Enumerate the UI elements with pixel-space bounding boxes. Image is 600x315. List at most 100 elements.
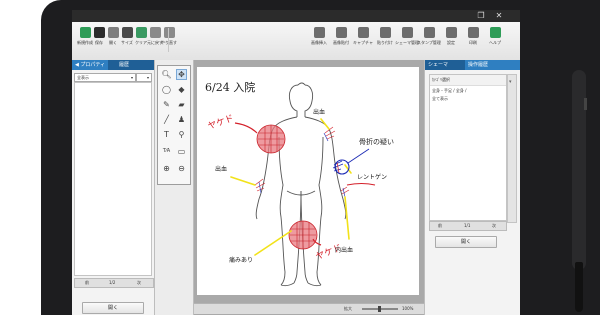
stamp-tool-icon[interactable]: ♟ bbox=[176, 114, 187, 125]
zoom-in-icon[interactable]: ⊕ bbox=[161, 163, 172, 174]
paste-icon bbox=[379, 27, 391, 38]
filter-select[interactable]: 全表示 ▾ bbox=[74, 73, 136, 82]
paste-image-icon bbox=[335, 27, 347, 38]
zoom-level: 100% bbox=[402, 306, 414, 311]
xray-label: レントゲン bbox=[357, 174, 388, 181]
settings-icon bbox=[445, 27, 457, 38]
category-item[interactable]: 全身・手足 / 全身 / bbox=[430, 86, 506, 96]
help-icon bbox=[489, 27, 501, 38]
redo-button[interactable]: やり直す bbox=[160, 25, 178, 55]
stamp-manage-button[interactable]: スタンプ管理 bbox=[417, 25, 441, 55]
body-torso-right bbox=[304, 116, 347, 220]
close-icon[interactable]: ✕ bbox=[492, 10, 506, 22]
fracture-label: 骨折の疑い bbox=[359, 138, 394, 146]
text-size-icon[interactable]: T⁄A bbox=[161, 146, 172, 157]
paste-image-button[interactable]: 画像貼付 bbox=[332, 25, 350, 55]
canvas-status-bar: 拡大 100% bbox=[194, 303, 424, 314]
drawing-paper[interactable]: 6/24 入院 ヤケド ヤケド 出血 出血 骨折の疑い レントゲン 内出血 痛み… bbox=[197, 67, 419, 295]
redo-icon bbox=[163, 27, 175, 38]
pager-first-button[interactable]: 前 bbox=[85, 279, 89, 287]
insert-image-button[interactable]: 画像挿入 bbox=[310, 25, 328, 55]
chevron-down-icon: ▾ bbox=[146, 75, 149, 80]
capture-icon bbox=[357, 27, 369, 38]
left-pager: 前 1/2 次 bbox=[74, 278, 154, 288]
fill-tool-icon[interactable]: ◆ bbox=[176, 84, 187, 95]
left-open-button[interactable]: 開く bbox=[82, 302, 144, 314]
toolbar-button-label: 画像挿入 bbox=[311, 40, 327, 45]
toolbar-button-label: 貼り付け bbox=[377, 40, 393, 45]
toolbar-button-label: 印刷 bbox=[469, 40, 477, 45]
pen-tool-icon[interactable]: ✎ bbox=[161, 99, 172, 110]
category-scrollbar[interactable]: ▾ bbox=[507, 74, 517, 223]
new-document-icon bbox=[79, 27, 91, 38]
pager-next-button[interactable]: 次 bbox=[492, 222, 496, 230]
right-pager: 前 1/1 次 bbox=[429, 221, 507, 231]
right-panel-tabs: シェーマ 操作履歴 bbox=[425, 60, 520, 70]
burn-mark-shoulder bbox=[256, 124, 286, 154]
toolbar-button-label: シェーマ管理 bbox=[395, 40, 419, 45]
chevron-down-icon: ▾ bbox=[509, 79, 512, 85]
select-tool-icon[interactable]: ✥ bbox=[176, 69, 187, 80]
capture-button[interactable]: キャプチャ bbox=[353, 25, 373, 55]
pager-page-indicator: 1/2 bbox=[109, 280, 116, 285]
right-panel: シェーマ 操作履歴 ｶﾃｺﾞﾘ選択 全身・手足 / 全身 / 全て表示 ▾ 前 … bbox=[424, 60, 520, 315]
toolbar-button-label: やり直す bbox=[161, 40, 177, 45]
bleeding-arm-label: 出血 bbox=[215, 166, 228, 173]
pager-page-indicator: 1/1 bbox=[464, 223, 471, 228]
bleeding-shoulder-label: 出血 bbox=[313, 109, 326, 116]
pager-next-button[interactable]: 次 bbox=[137, 279, 141, 287]
zoom-label: 拡大 bbox=[344, 306, 352, 311]
eraser-tool-icon[interactable]: ▰ bbox=[176, 99, 187, 110]
line-tool-icon[interactable]: ╱ bbox=[161, 114, 172, 125]
paste-button[interactable]: 貼り付け bbox=[376, 25, 394, 55]
history-list[interactable] bbox=[74, 82, 152, 276]
zoom-out-icon[interactable]: ⊖ bbox=[176, 163, 187, 174]
toolbar-button-label: 設定 bbox=[447, 40, 455, 45]
stylus-button bbox=[584, 98, 587, 110]
burn-mark-thigh bbox=[288, 220, 318, 250]
tab-properties[interactable]: ◀ プロパティ bbox=[72, 60, 109, 70]
body-head bbox=[288, 84, 299, 117]
category-item[interactable]: 全て表示 bbox=[430, 96, 506, 102]
save-icon bbox=[93, 27, 105, 38]
canvas-area: 6/24 入院 ヤケド ヤケド 出血 出血 骨折の疑い レントゲン 内出血 痛み… bbox=[194, 60, 424, 315]
date-title: 6/24 入院 bbox=[205, 81, 256, 94]
filter-select-small[interactable]: ▾ bbox=[136, 73, 152, 82]
schema-category-list[interactable]: ｶﾃｺﾞﾘ選択 全身・手足 / 全身 / 全て表示 bbox=[429, 74, 507, 221]
chevron-down-icon: ▾ bbox=[130, 75, 133, 80]
open-icon bbox=[107, 27, 119, 38]
left-panel: ◀ プロパティ 履歴 全表示 ▾ ▾ 前 1/2 次 開く bbox=[72, 60, 155, 315]
stylus-tip bbox=[575, 262, 583, 312]
settings-button[interactable]: 設定 bbox=[442, 25, 460, 55]
stamp-manage-icon bbox=[423, 27, 435, 38]
title-bar: ❐ ✕ bbox=[72, 10, 520, 22]
xray-underline bbox=[346, 183, 376, 186]
shape-tool-icon[interactable]: ▭ bbox=[176, 146, 187, 157]
print-button[interactable]: 印刷 bbox=[464, 25, 482, 55]
toolbar-button-label: スタンプ管理 bbox=[417, 40, 441, 45]
zoom-tool-icon[interactable]: 🔍︎ bbox=[161, 69, 172, 80]
print-icon bbox=[467, 27, 479, 38]
help-button[interactable]: ヘルプ bbox=[486, 25, 504, 55]
app-screen: ❐ ✕ 新規作成 保存 開く サイズ クリア 元に戻す やり直す 画像挿入 画像貼付 キャプチャ… bbox=[72, 10, 520, 315]
drawing-tools: 🔍︎ ✥ ◯ ◆ ✎ ▰ ╱ ♟ T ⚲ T⁄A ▭ ⊕ ⊖ bbox=[155, 60, 194, 315]
zoom-slider-handle[interactable] bbox=[378, 306, 381, 312]
pin-tool-icon[interactable]: ⚲ bbox=[176, 129, 187, 140]
toolbar-button-label: 画像貼付 bbox=[333, 40, 349, 45]
tab-schema[interactable]: シェーマ bbox=[425, 60, 451, 70]
undo-icon bbox=[149, 27, 161, 38]
toolbar-separator bbox=[168, 28, 169, 52]
tab-operation-history[interactable]: 操作履歴 bbox=[465, 60, 520, 70]
text-tool-icon[interactable]: T bbox=[161, 129, 172, 140]
lasso-tool-icon[interactable]: ◯ bbox=[161, 84, 172, 95]
internal-bleeding-label: 内出血 bbox=[335, 247, 354, 254]
schema-manage-button[interactable]: シェーマ管理 bbox=[395, 25, 419, 55]
right-open-button[interactable]: 開く bbox=[435, 236, 497, 248]
pager-first-button[interactable]: 前 bbox=[438, 222, 442, 230]
pain-label: 痛みあり bbox=[229, 257, 254, 264]
size-icon bbox=[121, 27, 133, 38]
tab-history[interactable]: 履歴 bbox=[116, 60, 132, 70]
clear-icon bbox=[135, 27, 147, 38]
restore-icon[interactable]: ❐ bbox=[474, 10, 488, 22]
tool-palette: 🔍︎ ✥ ◯ ◆ ✎ ▰ ╱ ♟ T ⚲ T⁄A ▭ ⊕ ⊖ bbox=[157, 65, 191, 185]
